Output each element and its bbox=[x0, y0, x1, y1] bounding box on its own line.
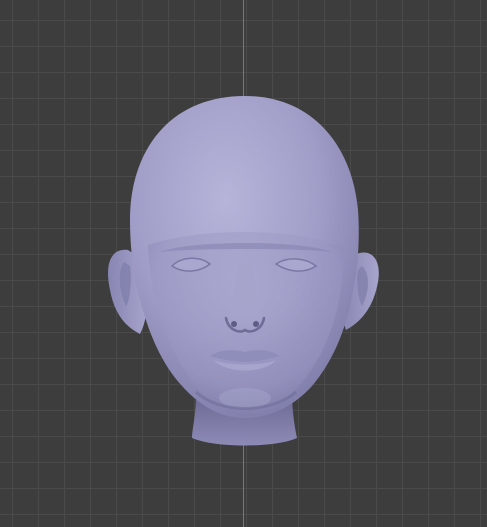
chin-highlight bbox=[219, 388, 271, 408]
right-nostril bbox=[253, 321, 259, 327]
left-nostril bbox=[231, 321, 237, 327]
head-model[interactable] bbox=[0, 0, 487, 527]
3d-viewport[interactable] bbox=[0, 0, 487, 527]
